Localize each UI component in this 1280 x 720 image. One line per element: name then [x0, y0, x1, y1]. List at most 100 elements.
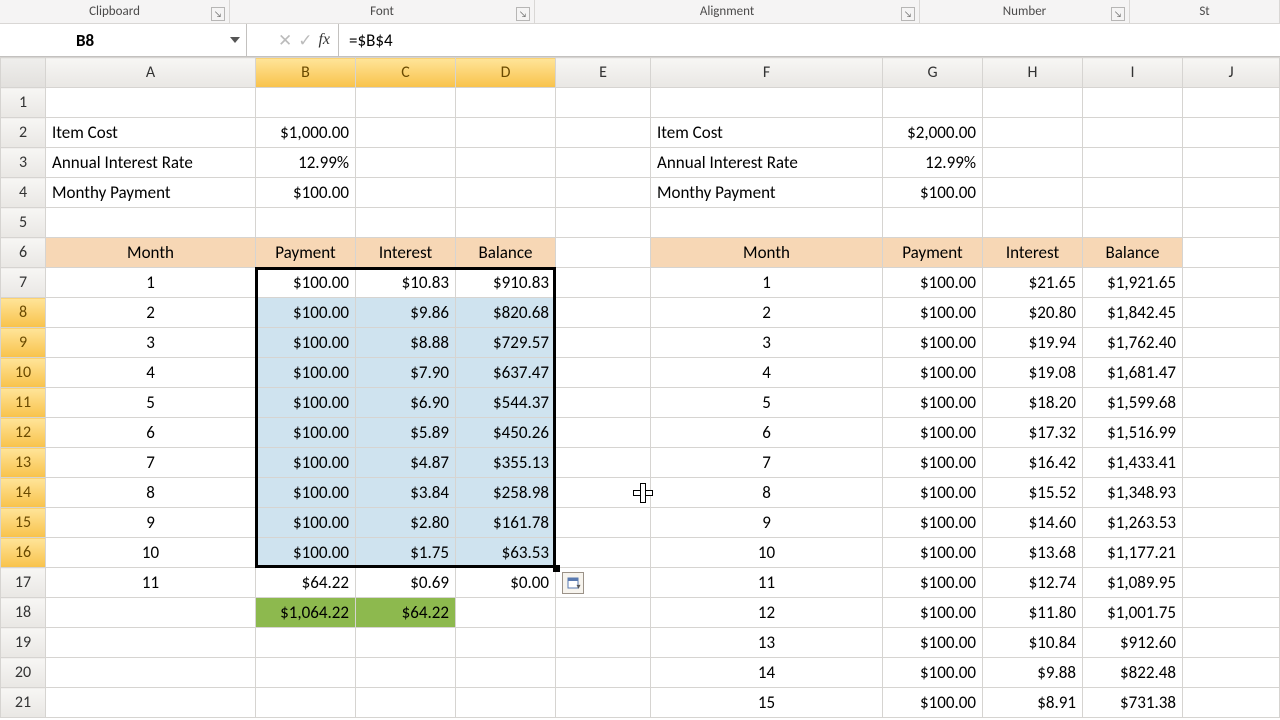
cell-E1[interactable]	[556, 88, 651, 118]
cell-D15[interactable]: $161.78	[456, 508, 556, 538]
cell-H15[interactable]: $14.60	[983, 508, 1083, 538]
cell-A9[interactable]: 3	[46, 328, 256, 358]
cell-B8[interactable]: $100.00	[256, 298, 356, 328]
cell-B18[interactable]: $1,064.22	[256, 598, 356, 628]
column-header-E[interactable]: E	[556, 58, 651, 88]
cell-J5[interactable]	[1183, 208, 1280, 238]
cell-E18[interactable]	[556, 598, 651, 628]
cell-I11[interactable]: $1,599.68	[1083, 388, 1183, 418]
cell-A15[interactable]: 9	[46, 508, 256, 538]
cell-G14[interactable]: $100.00	[883, 478, 983, 508]
cell-C20[interactable]	[356, 658, 456, 688]
row-header-7[interactable]: 7	[1, 268, 46, 298]
row-header-3[interactable]: 3	[1, 148, 46, 178]
cell-C4[interactable]	[356, 178, 456, 208]
cell-D2[interactable]	[456, 118, 556, 148]
cell-I3[interactable]	[1083, 148, 1183, 178]
cell-H9[interactable]: $19.94	[983, 328, 1083, 358]
cell-H7[interactable]: $21.65	[983, 268, 1083, 298]
cell-F11[interactable]: 5	[651, 388, 883, 418]
cell-A14[interactable]: 8	[46, 478, 256, 508]
cell-B12[interactable]: $100.00	[256, 418, 356, 448]
cell-D9[interactable]: $729.57	[456, 328, 556, 358]
cell-E8[interactable]	[556, 298, 651, 328]
cell-J14[interactable]	[1183, 478, 1280, 508]
cell-I19[interactable]: $912.60	[1083, 628, 1183, 658]
cell-I12[interactable]: $1,516.99	[1083, 418, 1183, 448]
cell-A5[interactable]	[46, 208, 256, 238]
cell-A6[interactable]: Month	[46, 238, 256, 268]
cell-C14[interactable]: $3.84	[356, 478, 456, 508]
cell-B5[interactable]	[256, 208, 356, 238]
row-header-12[interactable]: 12	[1, 418, 46, 448]
cell-H6[interactable]: Interest	[983, 238, 1083, 268]
cell-D11[interactable]: $544.37	[456, 388, 556, 418]
cell-C5[interactable]	[356, 208, 456, 238]
cell-J10[interactable]	[1183, 358, 1280, 388]
cell-A3[interactable]: Annual Interest Rate	[46, 148, 256, 178]
cell-J17[interactable]	[1183, 568, 1280, 598]
cell-H13[interactable]: $16.42	[983, 448, 1083, 478]
cell-B13[interactable]: $100.00	[256, 448, 356, 478]
cell-A19[interactable]	[46, 628, 256, 658]
cell-H3[interactable]	[983, 148, 1083, 178]
cell-D21[interactable]	[456, 688, 556, 718]
row-header-17[interactable]: 17	[1, 568, 46, 598]
cell-I10[interactable]: $1,681.47	[1083, 358, 1183, 388]
row-header-18[interactable]: 18	[1, 598, 46, 628]
cell-C17[interactable]: $0.69	[356, 568, 456, 598]
cell-G13[interactable]: $100.00	[883, 448, 983, 478]
cell-B6[interactable]: Payment	[256, 238, 356, 268]
cell-B1[interactable]	[256, 88, 356, 118]
cell-D16[interactable]: $63.53	[456, 538, 556, 568]
cell-I5[interactable]	[1083, 208, 1183, 238]
cell-J18[interactable]	[1183, 598, 1280, 628]
cell-H5[interactable]	[983, 208, 1083, 238]
cell-I21[interactable]: $731.38	[1083, 688, 1183, 718]
cell-B9[interactable]: $100.00	[256, 328, 356, 358]
column-header-D[interactable]: D	[456, 58, 556, 88]
row-header-20[interactable]: 20	[1, 658, 46, 688]
cell-G15[interactable]: $100.00	[883, 508, 983, 538]
cell-J6[interactable]	[1183, 238, 1280, 268]
row-header-21[interactable]: 21	[1, 688, 46, 718]
cell-H21[interactable]: $8.91	[983, 688, 1083, 718]
autofill-options-icon[interactable]	[562, 572, 584, 594]
column-header-J[interactable]: J	[1183, 58, 1280, 88]
cell-H11[interactable]: $18.20	[983, 388, 1083, 418]
cell-I7[interactable]: $1,921.65	[1083, 268, 1183, 298]
cell-A10[interactable]: 4	[46, 358, 256, 388]
cell-E7[interactable]	[556, 268, 651, 298]
cell-I13[interactable]: $1,433.41	[1083, 448, 1183, 478]
cell-E15[interactable]	[556, 508, 651, 538]
cell-D3[interactable]	[456, 148, 556, 178]
cell-C1[interactable]	[356, 88, 456, 118]
row-header-8[interactable]: 8	[1, 298, 46, 328]
cell-J11[interactable]	[1183, 388, 1280, 418]
cell-C11[interactable]: $6.90	[356, 388, 456, 418]
cell-C19[interactable]	[356, 628, 456, 658]
cell-J21[interactable]	[1183, 688, 1280, 718]
cell-H18[interactable]: $11.80	[983, 598, 1083, 628]
cell-G1[interactable]	[883, 88, 983, 118]
cell-G10[interactable]: $100.00	[883, 358, 983, 388]
cell-F9[interactable]: 3	[651, 328, 883, 358]
row-header-11[interactable]: 11	[1, 388, 46, 418]
cell-B3[interactable]: 12.99%	[256, 148, 356, 178]
column-header-G[interactable]: G	[883, 58, 983, 88]
dialog-launcher-icon[interactable]: ↘	[1111, 7, 1125, 21]
cell-D14[interactable]: $258.98	[456, 478, 556, 508]
cell-H16[interactable]: $13.68	[983, 538, 1083, 568]
cell-E12[interactable]	[556, 418, 651, 448]
cell-G5[interactable]	[883, 208, 983, 238]
cell-H1[interactable]	[983, 88, 1083, 118]
cell-G11[interactable]: $100.00	[883, 388, 983, 418]
cell-A13[interactable]: 7	[46, 448, 256, 478]
cell-F17[interactable]: 11	[651, 568, 883, 598]
cell-J9[interactable]	[1183, 328, 1280, 358]
cell-J16[interactable]	[1183, 538, 1280, 568]
cell-B16[interactable]: $100.00	[256, 538, 356, 568]
cell-A7[interactable]: 1	[46, 268, 256, 298]
cell-H14[interactable]: $15.52	[983, 478, 1083, 508]
cell-J8[interactable]	[1183, 298, 1280, 328]
